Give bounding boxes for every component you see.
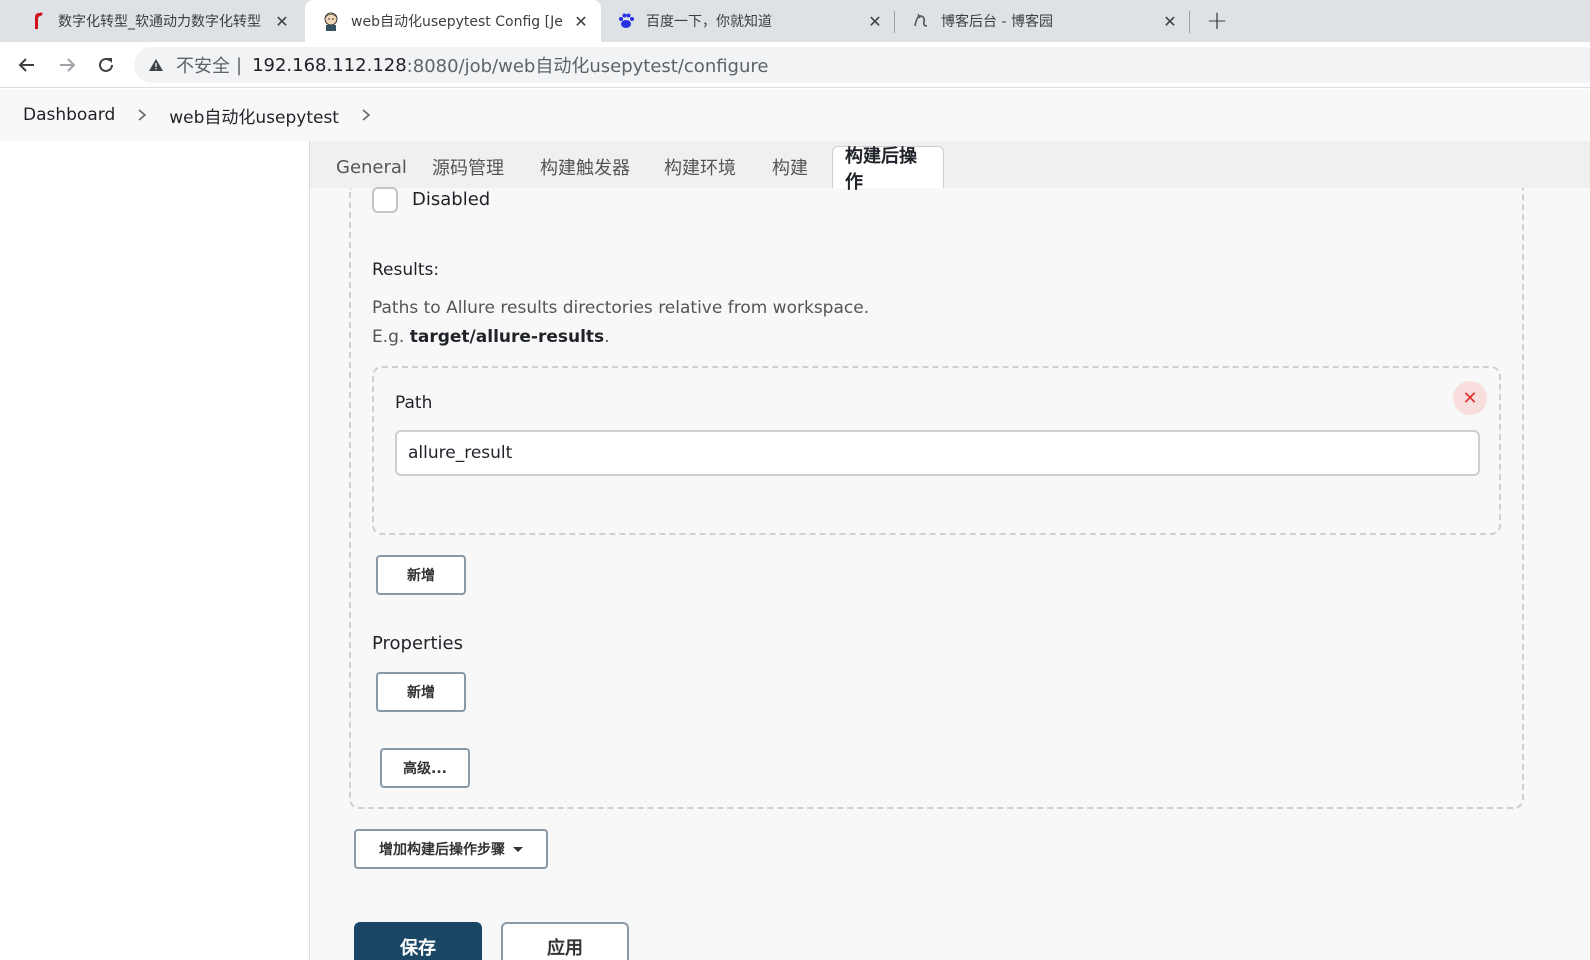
example-prefix: E.g. — [372, 327, 410, 347]
isoftstone-logo-icon — [28, 11, 48, 31]
add-post-build-step-label: 增加构建后操作步骤 — [379, 842, 505, 858]
close-icon[interactable]: ✕ — [1160, 11, 1180, 31]
tab-build[interactable]: 构建 — [760, 146, 820, 188]
browser-tab-title: 数字化转型_软通动力数字化转型 — [58, 14, 261, 30]
config-tabs-bar: General 源码管理 构建触发器 构建环境 构建 构建后操作 — [310, 141, 1590, 193]
browser-tab-jenkins[interactable]: web自动化usepytest Config [Je ✕ — [305, 0, 601, 42]
example-suffix: . — [604, 327, 610, 347]
config-main: General 源码管理 构建触发器 构建环境 构建 构建后操作 Disable… — [310, 141, 1590, 960]
breadcrumb-job[interactable]: web自动化usepytest — [169, 103, 339, 128]
browser-tab-isoftstone[interactable]: 数字化转型_软通动力数字化转型 ✕ — [12, 0, 302, 42]
url-path: :8080/job/web自动化usepytest/configure — [406, 56, 769, 77]
disabled-checkbox[interactable] — [372, 187, 398, 213]
url-host: 192.168.112.128 — [252, 54, 407, 76]
results-help-example: E.g. target/allure-results. — [372, 327, 610, 347]
add-post-build-step-button[interactable]: 增加构建后操作步骤 — [354, 829, 548, 869]
browser-tab-title: web自动化usepytest Config [Je — [351, 14, 563, 30]
properties-label: Properties — [372, 633, 463, 654]
path-input[interactable] — [395, 430, 1480, 476]
advanced-button[interactable]: 高级... — [380, 748, 470, 788]
close-icon[interactable]: ✕ — [571, 11, 591, 31]
tab-build-environment[interactable]: 构建环境 — [652, 146, 748, 188]
save-button[interactable]: 保存 — [354, 922, 482, 960]
browser-tab-strip: 数字化转型_软通动力数字化转型 ✕ web自动化usepytest Config… — [0, 0, 1590, 42]
tab-post-build-actions[interactable]: 构建后操作 — [832, 146, 944, 193]
results-label: Results: — [372, 260, 440, 280]
apply-button[interactable]: 应用 — [501, 922, 629, 960]
chevron-right-icon[interactable] — [361, 108, 371, 122]
side-panel — [0, 141, 310, 960]
breadcrumb: Dashboard web自动化usepytest — [0, 89, 1590, 141]
path-repeatable: Path ✕ — [372, 366, 1501, 535]
cnblogs-logo-icon — [911, 11, 931, 31]
add-path-button[interactable]: 新增 — [376, 555, 466, 595]
browser-tab-baidu[interactable]: 百度一下，你就知道 ✕ — [600, 0, 895, 42]
chevron-right-icon[interactable] — [137, 108, 147, 122]
close-icon[interactable]: ✕ — [272, 11, 292, 31]
disabled-label: Disabled — [412, 189, 491, 210]
address-separator: | — [236, 54, 243, 76]
browser-tab-cnblogs[interactable]: 博客后台 - 博客园 ✕ — [895, 0, 1190, 42]
browser-tab-title: 博客后台 - 博客园 — [941, 14, 1053, 30]
tab-separator — [1189, 11, 1190, 33]
browser-toolbar: 不安全 | 192.168.112.128 :8080/job/web自动化us… — [0, 42, 1590, 88]
results-help-text: Paths to Allure results directories rela… — [372, 298, 870, 318]
forward-arrow-icon[interactable] — [53, 51, 81, 79]
dropdown-caret-icon — [513, 846, 523, 852]
delete-close-icon[interactable]: ✕ — [1453, 381, 1487, 415]
tab-source-management[interactable]: 源码管理 — [420, 146, 516, 188]
new-tab-plus-icon[interactable]: + — [1202, 6, 1232, 36]
path-label: Path — [395, 393, 433, 413]
browser-tab-title: 百度一下，你就知道 — [646, 14, 772, 30]
close-icon[interactable]: ✕ — [865, 11, 885, 31]
tab-general[interactable]: General — [324, 146, 419, 188]
address-bar[interactable]: 不安全 | 192.168.112.128 :8080/job/web自动化us… — [134, 47, 1590, 83]
jenkins-logo-icon — [321, 11, 341, 31]
example-path: target/allure-results — [409, 327, 605, 347]
add-property-button[interactable]: 新增 — [376, 672, 466, 712]
back-arrow-icon[interactable] — [13, 51, 41, 79]
breadcrumb-dashboard[interactable]: Dashboard — [23, 105, 115, 125]
reload-icon[interactable] — [92, 51, 120, 79]
insecure-label: 不安全 — [176, 56, 230, 77]
warning-triangle-icon — [148, 58, 166, 72]
baidu-paw-icon — [616, 11, 636, 31]
tab-build-triggers[interactable]: 构建触发器 — [528, 146, 642, 188]
